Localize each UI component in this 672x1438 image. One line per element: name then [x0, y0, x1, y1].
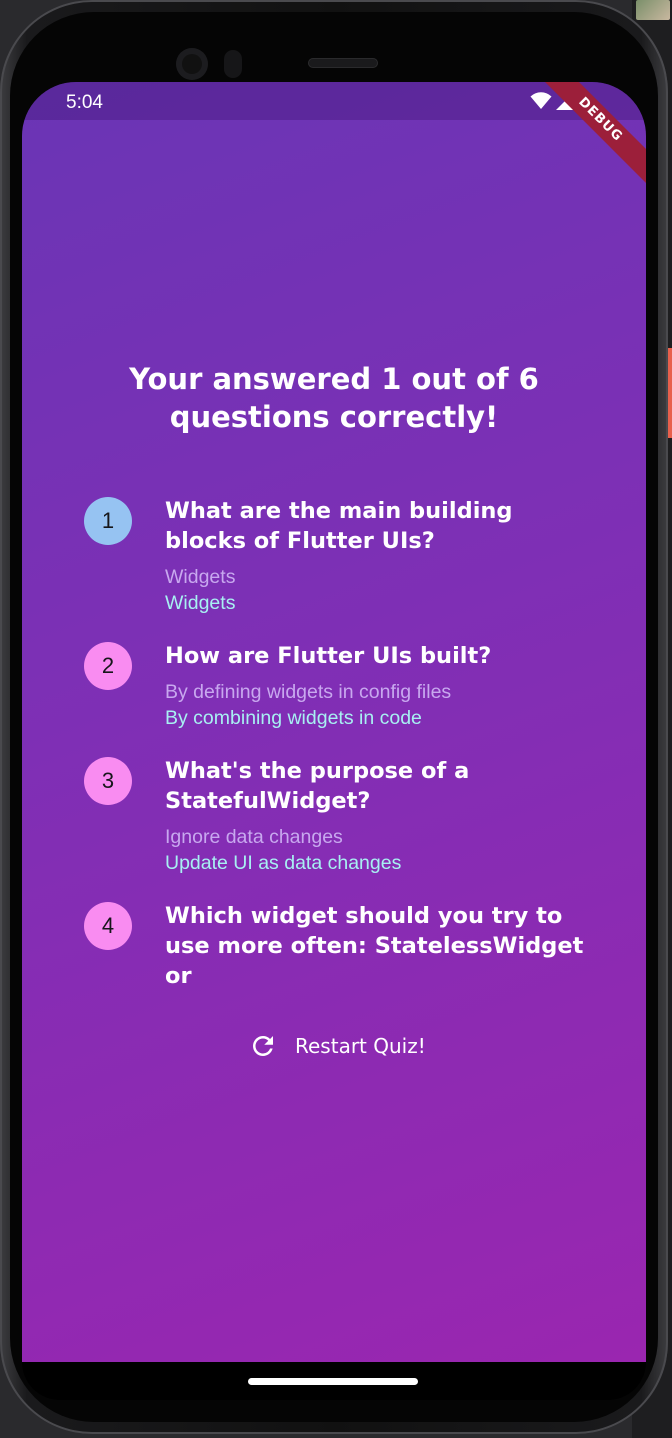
status-time: 5:04 — [66, 92, 103, 113]
correct-answer: Widgets — [165, 592, 236, 614]
earpiece-speaker — [308, 58, 378, 68]
user-answer: Ignore data changes — [165, 826, 343, 848]
user-answer: By defining widgets in config files — [165, 681, 452, 703]
app-screen: 5:04 DEBUG Your answered 1 out of 6 ques… — [22, 82, 646, 1362]
summary-item: 4 Which widget should you try to use mor… — [84, 901, 594, 989]
desktop-avatar — [636, 0, 670, 20]
wifi-icon — [530, 92, 552, 109]
restart-quiz-label: Restart Quiz! — [295, 1034, 426, 1058]
user-answer: Widgets — [165, 566, 236, 588]
summary-item: 3 What's the purpose of a StatefulWidget… — [84, 756, 594, 901]
question-index-badge: 3 — [84, 757, 132, 805]
home-indicator[interactable] — [248, 1378, 418, 1385]
results-title: Your answered 1 out of 6 questions corre… — [129, 362, 539, 434]
proximity-sensor — [224, 50, 242, 78]
results-summary-list: 1 What are the main building blocks of F… — [84, 496, 594, 989]
question-text: Which widget should you try to use more … — [165, 903, 584, 989]
summary-item: 1 What are the main building blocks of F… — [84, 496, 594, 641]
question-text: How are Flutter UIs built? — [165, 643, 492, 669]
restart-quiz-button[interactable]: Restart Quiz! — [248, 1028, 428, 1064]
question-index-badge: 4 — [84, 902, 132, 950]
question-index-badge: 2 — [84, 642, 132, 690]
refresh-icon — [253, 1036, 273, 1056]
question-text: What are the main building blocks of Flu… — [165, 498, 513, 554]
correct-answer: By combining widgets in code — [165, 707, 422, 729]
correct-answer: Update UI as data changes — [165, 852, 402, 874]
front-camera — [176, 48, 208, 80]
phone-frame: 5:04 DEBUG Your answered 1 out of 6 ques… — [0, 0, 668, 1434]
question-index-badge: 1 — [84, 497, 132, 545]
summary-item: 2 How are Flutter UIs built? By defining… — [84, 641, 594, 756]
question-text: What's the purpose of a StatefulWidget? — [165, 758, 470, 814]
